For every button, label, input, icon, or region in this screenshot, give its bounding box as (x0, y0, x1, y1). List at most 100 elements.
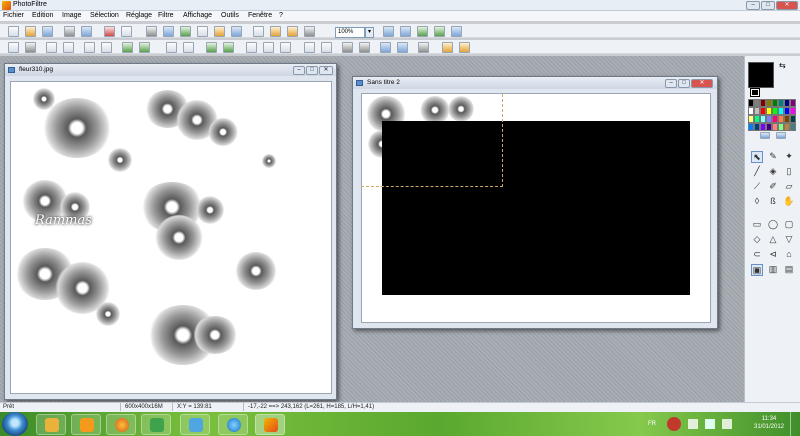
selection-marquee[interactable] (361, 94, 503, 187)
triangle-shape-icon[interactable]: △ (767, 234, 779, 246)
effect-icon[interactable] (287, 26, 298, 37)
blur-icon[interactable] (246, 42, 257, 53)
rotate-right-icon[interactable] (397, 42, 408, 53)
color-palette[interactable] (748, 99, 796, 131)
document-title-bar[interactable]: fleur310.jpg (5, 64, 336, 76)
open-icon[interactable] (25, 26, 36, 37)
clock[interactable]: 11:34 31/01/2012 (753, 415, 785, 431)
pointer-tool-icon[interactable]: ⬉ (751, 151, 763, 163)
frame-icon[interactable] (231, 26, 242, 37)
palette-swatch[interactable] (790, 107, 796, 115)
actual-size-icon[interactable] (434, 26, 445, 37)
swap-colors-icon[interactable]: ⇆ (779, 61, 786, 70)
network-icon[interactable] (688, 419, 698, 429)
start-button[interactable] (2, 412, 28, 436)
menu-fichier[interactable]: Fichier (3, 12, 24, 19)
contrast-minus-icon[interactable] (84, 42, 95, 53)
menu-affichage[interactable]: Affichage (183, 12, 212, 19)
default-colors-icon[interactable] (750, 88, 760, 97)
crop-icon[interactable] (214, 26, 225, 37)
taskbar-internet-explorer[interactable] (218, 414, 248, 435)
brightness-minus-icon[interactable] (46, 42, 57, 53)
doc-minimize-button[interactable]: – (293, 66, 305, 75)
menu-image[interactable]: Image (62, 12, 81, 19)
flip-v-icon[interactable] (359, 42, 370, 53)
sharpen-more-icon[interactable] (280, 42, 291, 53)
palette-next-icon[interactable] (776, 132, 786, 139)
fullscreen-icon[interactable] (451, 26, 462, 37)
menu-edition[interactable]: Edition (32, 12, 53, 19)
clone-tool-icon[interactable]: ß (767, 196, 779, 208)
doc-close-button[interactable]: ✕ (319, 66, 333, 75)
contrast-plus-icon[interactable] (101, 42, 112, 53)
taskbar-app-green[interactable] (141, 414, 171, 435)
new-icon[interactable] (8, 26, 19, 37)
palette-swatch[interactable] (790, 115, 796, 123)
fit-icon[interactable] (417, 26, 428, 37)
minimize-button[interactable]: – (746, 1, 760, 10)
paste-icon[interactable] (163, 26, 174, 37)
brightness-plus-icon[interactable] (63, 42, 74, 53)
taskbar-firefox[interactable] (106, 414, 136, 435)
taskbar-messenger[interactable] (180, 414, 210, 435)
levels-icon[interactable] (206, 42, 217, 53)
maximize-button[interactable]: □ (761, 1, 775, 10)
fill-tool-icon[interactable]: ◈ (767, 166, 779, 178)
layer-icon[interactable] (304, 26, 315, 37)
menu-help[interactable]: ? (279, 12, 283, 19)
gamma-plus-icon[interactable] (183, 42, 194, 53)
rounded-rect-shape-icon[interactable]: ▢ (783, 219, 795, 231)
close-button[interactable]: ✕ (776, 1, 798, 10)
gamma-minus-icon[interactable] (166, 42, 177, 53)
color-picker-icon[interactable]: ✎ (767, 151, 779, 163)
menu-filtre[interactable]: Filtre (158, 12, 174, 19)
filter-b-icon[interactable] (321, 42, 332, 53)
automation-icon[interactable] (270, 26, 281, 37)
line-tool-icon[interactable]: ╱ (751, 166, 763, 178)
tray-icon[interactable] (705, 419, 715, 429)
doc-close-button[interactable]: ✕ (691, 79, 713, 88)
chevron-down-icon[interactable]: ▾ (365, 27, 374, 38)
select-full-icon[interactable]: ▣ (751, 264, 763, 276)
polygon-lasso-icon[interactable]: ⊲ (767, 249, 779, 261)
polygon-tool-icon[interactable]: ⌂ (783, 249, 795, 261)
action-center-icon[interactable] (667, 417, 681, 431)
doc-maximize-button[interactable]: □ (306, 66, 318, 75)
grayscale-icon[interactable] (25, 42, 36, 53)
triangle-down-shape-icon[interactable]: ▽ (783, 234, 795, 246)
slideshow-icon[interactable] (459, 42, 470, 53)
rectangle-shape-icon[interactable]: ▭ (751, 219, 763, 231)
taskbar-media-player[interactable] (71, 414, 101, 435)
menu-outils[interactable]: Outils (221, 12, 239, 19)
taskbar-explorer[interactable] (36, 414, 66, 435)
show-desktop-button[interactable] (790, 412, 800, 436)
sharpen-icon[interactable] (263, 42, 274, 53)
zoom-out-icon[interactable] (400, 26, 411, 37)
doc-minimize-button[interactable]: – (665, 79, 677, 88)
eraser-tool-icon[interactable]: ▱ (783, 181, 795, 193)
image-size-icon[interactable] (180, 26, 191, 37)
menu-selection[interactable]: Sélection (90, 12, 119, 19)
menu-reglage[interactable]: Réglage (126, 12, 152, 19)
smudge-tool-icon[interactable]: ✐ (767, 181, 779, 193)
redo-icon[interactable] (121, 26, 132, 37)
select-width-icon[interactable]: ▤ (783, 264, 795, 276)
doc-maximize-button[interactable]: □ (678, 79, 690, 88)
mode-icon[interactable] (8, 42, 19, 53)
document-title-bar[interactable]: Sans titre 2 (353, 77, 717, 89)
text-icon[interactable] (253, 26, 264, 37)
undo-icon[interactable] (104, 26, 115, 37)
palette-swatch[interactable] (790, 123, 796, 131)
saturation-plus-icon[interactable] (139, 42, 150, 53)
scan-icon[interactable] (81, 26, 92, 37)
menu-fenetre[interactable]: Fenêtre (248, 12, 272, 19)
canvas-size-icon[interactable] (197, 26, 208, 37)
zoom-in-icon[interactable] (383, 26, 394, 37)
taskbar-photofiltre[interactable] (255, 414, 285, 435)
ellipse-shape-icon[interactable]: ◯ (767, 219, 779, 231)
language-indicator[interactable]: FR (648, 421, 656, 427)
copy-icon[interactable] (146, 26, 157, 37)
flip-h-icon[interactable] (342, 42, 353, 53)
filter-a-icon[interactable] (304, 42, 315, 53)
save-icon[interactable] (42, 26, 53, 37)
